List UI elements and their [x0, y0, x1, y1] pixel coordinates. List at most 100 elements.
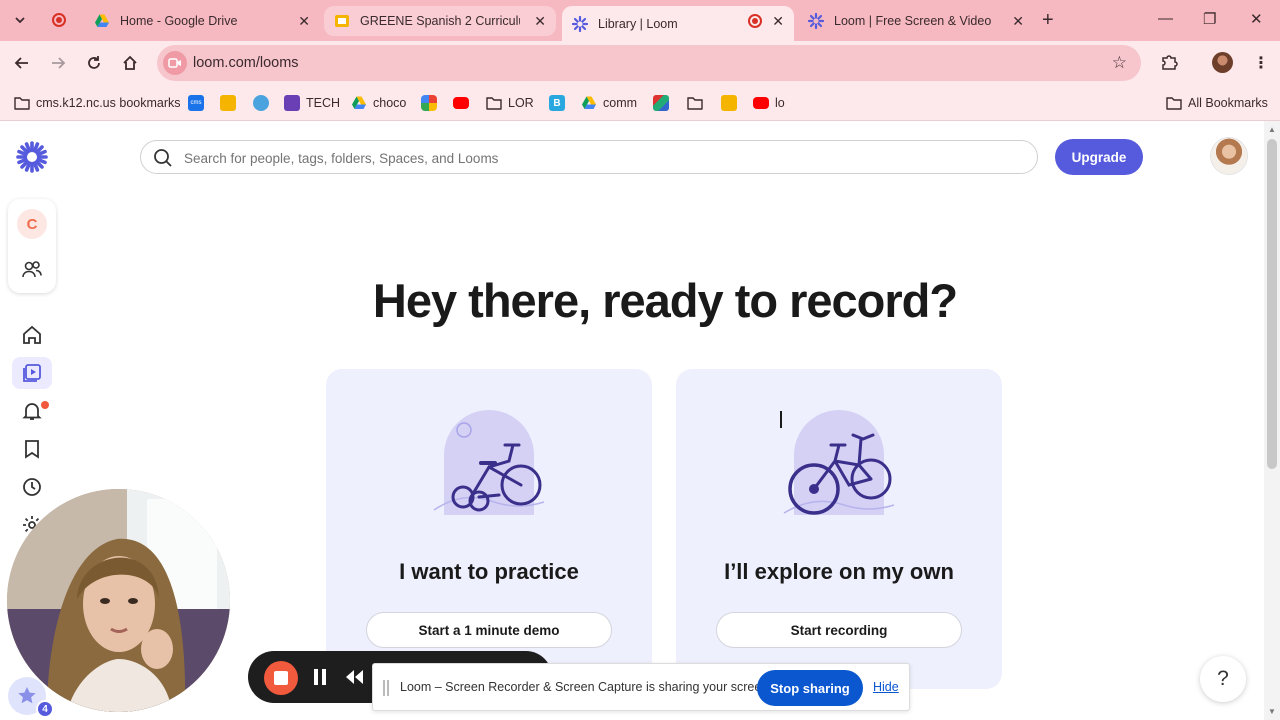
help-button[interactable]: ? — [1200, 656, 1246, 702]
search-icon — [154, 149, 172, 167]
search-input[interactable] — [184, 147, 1004, 169]
page-headline: Hey there, ready to record? — [372, 274, 958, 327]
loom-logo-icon[interactable] — [16, 141, 48, 173]
webcam-feed-image — [7, 489, 230, 712]
forward-icon[interactable] — [46, 51, 70, 75]
close-tab-icon[interactable]: ✕ — [772, 13, 784, 30]
bookmark-nav-icon[interactable] — [20, 437, 44, 461]
search-bar — [140, 140, 1038, 174]
bookmark-label: TECH — [306, 96, 341, 110]
user-avatar[interactable] — [1211, 138, 1247, 174]
minimize-icon[interactable]: — — [1158, 10, 1173, 27]
tab-google-drive[interactable]: Home - Google Drive ✕ — [84, 6, 320, 36]
bookmark-cms[interactable]: cms — [188, 93, 210, 113]
close-tab-icon[interactable]: ✕ — [1012, 13, 1024, 30]
home-icon[interactable] — [118, 51, 142, 75]
bookmark-grid[interactable] — [421, 93, 443, 113]
hide-link[interactable]: Hide — [873, 680, 899, 694]
loom-icon — [808, 13, 824, 29]
scroll-up-icon[interactable]: ▲ — [1268, 125, 1276, 134]
bookmark-youtube-1[interactable] — [453, 93, 475, 113]
loom-star-icon — [18, 687, 36, 704]
stop-icon — [274, 671, 288, 685]
all-bookmarks-label: All Bookmarks — [1188, 96, 1268, 110]
explore-card: I’ll explore on my own Start recording — [676, 369, 1002, 689]
google-slides-icon — [335, 15, 349, 27]
browser-menu-icon[interactable]: ⋮ — [1253, 53, 1269, 73]
tab-greene-spanish[interactable]: GREENE Spanish 2 Curriculum M ✕ — [324, 6, 556, 36]
tab-strip: Home - Google Drive ✕ GREENE Spanish 2 C… — [0, 0, 1280, 41]
restart-icon[interactable] — [344, 668, 364, 691]
browser-toolbar: loom.com/looms ☆ ⋮ — [0, 41, 1280, 85]
drag-handle-icon[interactable] — [383, 680, 389, 696]
bookmark-comm[interactable]: comm — [581, 93, 637, 113]
site-info-icon[interactable] — [163, 51, 187, 75]
profile-avatar-icon[interactable] — [1212, 52, 1233, 73]
bookmark-lo[interactable]: lo — [753, 93, 785, 113]
bookmark-label: choco — [373, 96, 407, 110]
webcam-bubble[interactable] — [7, 489, 230, 712]
app-icon — [253, 95, 269, 111]
cms-icon: cms — [188, 95, 204, 111]
practice-card-title: I want to practice — [399, 559, 579, 584]
close-tab-icon[interactable]: ✕ — [534, 13, 546, 30]
tab-title: Loom | Free Screen & Video Re — [834, 14, 994, 28]
bookmark-choco[interactable]: choco — [351, 93, 406, 113]
recording-indicator-icon — [52, 13, 66, 27]
bookmark-label: cms.k12.nc.us bookmarks — [36, 96, 181, 110]
bookmark-slides-1[interactable] — [220, 93, 242, 113]
slides-icon — [220, 95, 236, 111]
practice-card: I want to practice Start a 1 minute demo — [326, 369, 652, 689]
bookmark-slides-2[interactable] — [721, 93, 743, 113]
start-recording-button[interactable]: Start recording — [716, 612, 962, 648]
list-icon — [284, 95, 300, 111]
bookmark-image[interactable] — [653, 93, 675, 113]
bookmark-tech[interactable]: TECH — [284, 93, 340, 113]
bookmark-b[interactable]: B — [549, 93, 571, 113]
bookmark-app[interactable] — [253, 93, 275, 113]
restore-icon[interactable]: ❐ — [1203, 10, 1216, 28]
upgrade-button[interactable]: Upgrade — [1055, 139, 1143, 175]
tab-title: Library | Loom — [598, 16, 678, 31]
all-bookmarks[interactable]: All Bookmarks — [1166, 93, 1268, 113]
bicycle-illustration-icon — [783, 410, 895, 515]
bookmark-folder[interactable] — [687, 93, 709, 113]
youtube-icon — [753, 97, 769, 109]
scroll-thumb[interactable] — [1267, 139, 1277, 469]
bookmark-label: LOR — [508, 96, 534, 110]
address-bar[interactable]: loom.com/looms ☆ — [157, 45, 1141, 81]
tab-loom-free[interactable]: Loom | Free Screen & Video Re ✕ — [798, 6, 1034, 36]
reload-icon[interactable] — [82, 51, 106, 75]
image-icon — [653, 95, 669, 111]
history-clock-icon[interactable] — [20, 475, 44, 499]
new-tab-button[interactable]: + — [1042, 9, 1054, 32]
tab-library-loom[interactable]: Library | Loom ✕ — [562, 6, 794, 41]
folder-icon — [687, 97, 703, 110]
extensions-icon[interactable] — [1160, 53, 1178, 76]
pause-icon[interactable] — [312, 667, 328, 692]
grid-icon — [421, 95, 437, 111]
close-window-icon[interactable]: ✕ — [1250, 10, 1263, 28]
google-drive-icon — [95, 14, 109, 27]
stop-sharing-button[interactable]: Stop sharing — [757, 670, 863, 706]
close-tab-icon[interactable]: ✕ — [298, 13, 310, 30]
notification-dot — [41, 401, 49, 409]
slides-icon — [721, 95, 737, 111]
bookmark-star-icon[interactable]: ☆ — [1112, 53, 1127, 73]
back-icon[interactable] — [10, 51, 34, 75]
workspace-avatar[interactable]: C — [17, 209, 47, 239]
stop-recording-button[interactable] — [264, 661, 298, 695]
tab-search-button[interactable] — [8, 8, 32, 32]
bookmark-lor[interactable]: LOR — [486, 93, 534, 113]
start-demo-button[interactable]: Start a 1 minute demo — [366, 612, 612, 648]
bookmark-label: lo — [775, 96, 785, 110]
google-drive-icon — [352, 96, 366, 109]
scroll-down-icon[interactable]: ▼ — [1268, 707, 1276, 716]
youtube-icon — [453, 97, 469, 109]
screen-sharing-banner: Loom – Screen Recorder & Screen Capture … — [372, 663, 910, 711]
library-nav-icon[interactable] — [12, 357, 52, 389]
page-scrollbar[interactable]: ▲ ▼ — [1264, 121, 1280, 720]
bookmark-folder-cms[interactable]: cms.k12.nc.us bookmarks — [14, 93, 181, 113]
tab-title: Home - Google Drive — [120, 14, 238, 28]
google-drive-icon — [582, 96, 596, 109]
